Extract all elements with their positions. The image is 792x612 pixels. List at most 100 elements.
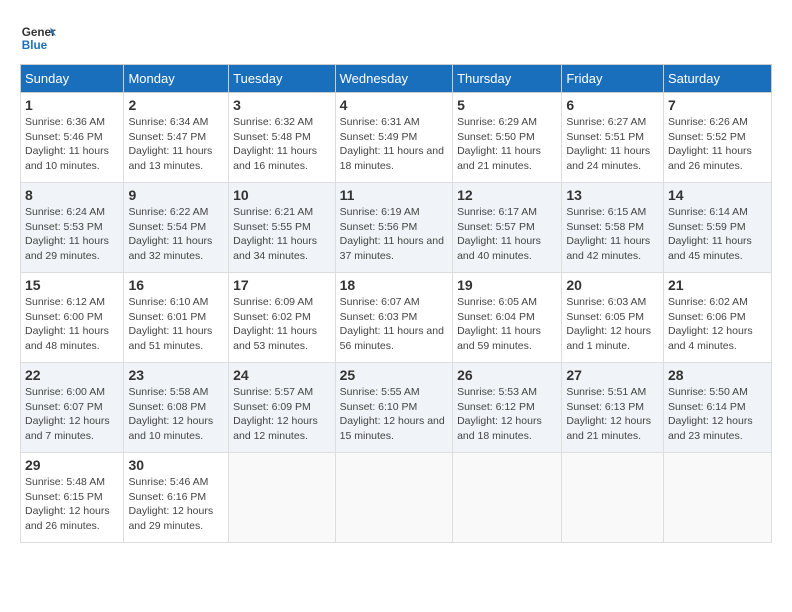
day-number: 11 [340, 187, 448, 203]
day-info: Sunrise: 6:10 AMSunset: 6:01 PMDaylight:… [128, 295, 224, 354]
day-cell-24: 24Sunrise: 5:57 AMSunset: 6:09 PMDayligh… [229, 363, 336, 453]
day-info: Sunrise: 6:17 AMSunset: 5:57 PMDaylight:… [457, 205, 557, 264]
day-info: Sunrise: 6:21 AMSunset: 5:55 PMDaylight:… [233, 205, 331, 264]
day-cell-6: 6 Sunrise: 6:27 AMSunset: 5:51 PMDaylight… [562, 93, 664, 183]
day-number: 26 [457, 367, 557, 383]
empty-cell [229, 453, 336, 543]
logo-icon: General Blue [20, 20, 56, 56]
day-info: Sunrise: 6:31 AMSunset: 5:49 PMDaylight:… [340, 115, 448, 174]
week-row-4: 22 Sunrise: 6:00 AMSunset: 6:07 PMDayligh… [21, 363, 772, 453]
day-number: 16 [128, 277, 224, 293]
day-cell-1: 1 Sunrise: 6:36 AMSunset: 5:46 PMDaylight… [21, 93, 124, 183]
day-header-wednesday: Wednesday [335, 65, 452, 93]
day-cell-8: 8 Sunrise: 6:24 AMSunset: 5:53 PMDaylight… [21, 183, 124, 273]
day-info: Sunrise: 6:19 AMSunset: 5:56 PMDaylight:… [340, 205, 448, 264]
empty-cell [335, 453, 452, 543]
day-number: 4 [340, 97, 448, 113]
week-row-2: 8 Sunrise: 6:24 AMSunset: 5:53 PMDaylight… [21, 183, 772, 273]
day-number: 23 [128, 367, 224, 383]
day-info: Sunrise: 5:51 AMSunset: 6:13 PMDaylight:… [566, 385, 659, 444]
day-cell-10: 10 Sunrise: 6:21 AMSunset: 5:55 PMDayligh… [229, 183, 336, 273]
day-info: Sunrise: 6:07 AMSunset: 6:03 PMDaylight:… [340, 295, 448, 354]
day-number: 24 [233, 367, 331, 383]
day-cell-12: 12Sunrise: 6:17 AMSunset: 5:57 PMDayligh… [453, 183, 562, 273]
day-cell-2: 2Sunrise: 6:34 AMSunset: 5:47 PMDaylight… [124, 93, 229, 183]
day-info: Sunrise: 6:03 AMSunset: 6:05 PMDaylight:… [566, 295, 659, 354]
day-header-friday: Friday [562, 65, 664, 93]
day-number: 2 [128, 97, 224, 113]
day-number: 25 [340, 367, 448, 383]
day-number: 8 [25, 187, 119, 203]
day-info: Sunrise: 5:58 AMSunset: 6:08 PMDaylight:… [128, 385, 224, 444]
day-cell-30: 30 Sunrise: 5:46 AMSunset: 6:16 PMDayligh… [124, 453, 229, 543]
day-info: Sunrise: 5:48 AMSunset: 6:15 PMDaylight:… [25, 475, 119, 534]
day-number: 9 [128, 187, 224, 203]
calendar-table: SundayMondayTuesdayWednesdayThursdayFrid… [20, 64, 772, 543]
day-number: 7 [668, 97, 767, 113]
day-number: 10 [233, 187, 331, 203]
day-info: Sunrise: 6:12 AMSunset: 6:00 PMDaylight:… [25, 295, 119, 354]
day-cell-3: 3Sunrise: 6:32 AMSunset: 5:48 PMDaylight… [229, 93, 336, 183]
day-number: 1 [25, 97, 119, 113]
day-info: Sunrise: 6:36 AMSunset: 5:46 PMDaylight:… [25, 115, 119, 174]
day-header-sunday: Sunday [21, 65, 124, 93]
day-cell-7: 7Sunrise: 6:26 AMSunset: 5:52 PMDaylight… [663, 93, 771, 183]
day-number: 21 [668, 277, 767, 293]
day-info: Sunrise: 6:14 AMSunset: 5:59 PMDaylight:… [668, 205, 767, 264]
day-cell-29: 29 Sunrise: 5:48 AMSunset: 6:15 PMDayligh… [21, 453, 124, 543]
day-cell-28: 28Sunrise: 5:50 AMSunset: 6:14 PMDayligh… [663, 363, 771, 453]
day-cell-27: 27 Sunrise: 5:51 AMSunset: 6:13 PMDayligh… [562, 363, 664, 453]
day-number: 30 [128, 457, 224, 473]
day-info: Sunrise: 6:15 AMSunset: 5:58 PMDaylight:… [566, 205, 659, 264]
day-info: Sunrise: 6:22 AMSunset: 5:54 PMDaylight:… [128, 205, 224, 264]
day-info: Sunrise: 6:24 AMSunset: 5:53 PMDaylight:… [25, 205, 119, 264]
day-cell-13: 13 Sunrise: 6:15 AMSunset: 5:58 PMDayligh… [562, 183, 664, 273]
day-number: 29 [25, 457, 119, 473]
day-number: 28 [668, 367, 767, 383]
day-cell-25: 25 Sunrise: 5:55 AMSunset: 6:10 PMDayligh… [335, 363, 452, 453]
day-number: 18 [340, 277, 448, 293]
day-cell-26: 26 Sunrise: 5:53 AMSunset: 6:12 PMDayligh… [453, 363, 562, 453]
day-header-monday: Monday [124, 65, 229, 93]
day-cell-16: 16 Sunrise: 6:10 AMSunset: 6:01 PMDayligh… [124, 273, 229, 363]
day-number: 27 [566, 367, 659, 383]
page-header: General Blue [20, 20, 772, 56]
day-cell-21: 21 Sunrise: 6:02 AMSunset: 6:06 PMDayligh… [663, 273, 771, 363]
day-cell-15: 15Sunrise: 6:12 AMSunset: 6:00 PMDayligh… [21, 273, 124, 363]
day-number: 17 [233, 277, 331, 293]
empty-cell [562, 453, 664, 543]
empty-cell [663, 453, 771, 543]
day-cell-11: 11 Sunrise: 6:19 AMSunset: 5:56 PMDayligh… [335, 183, 452, 273]
day-number: 14 [668, 187, 767, 203]
day-info: Sunrise: 6:02 AMSunset: 6:06 PMDaylight:… [668, 295, 767, 354]
svg-text:Blue: Blue [22, 39, 48, 52]
day-number: 20 [566, 277, 659, 293]
day-info: Sunrise: 6:29 AMSunset: 5:50 PMDaylight:… [457, 115, 557, 174]
day-info: Sunrise: 6:32 AMSunset: 5:48 PMDaylight:… [233, 115, 331, 174]
week-row-1: 1 Sunrise: 6:36 AMSunset: 5:46 PMDaylight… [21, 93, 772, 183]
day-number: 22 [25, 367, 119, 383]
day-cell-22: 22 Sunrise: 6:00 AMSunset: 6:07 PMDayligh… [21, 363, 124, 453]
week-row-5: 29 Sunrise: 5:48 AMSunset: 6:15 PMDayligh… [21, 453, 772, 543]
day-cell-23: 23 Sunrise: 5:58 AMSunset: 6:08 PMDayligh… [124, 363, 229, 453]
day-header-saturday: Saturday [663, 65, 771, 93]
empty-cell [453, 453, 562, 543]
day-info: Sunrise: 5:55 AMSunset: 6:10 PMDaylight:… [340, 385, 448, 444]
day-info: Sunrise: 6:05 AMSunset: 6:04 PMDaylight:… [457, 295, 557, 354]
week-row-3: 15Sunrise: 6:12 AMSunset: 6:00 PMDayligh… [21, 273, 772, 363]
day-info: Sunrise: 5:46 AMSunset: 6:16 PMDaylight:… [128, 475, 224, 534]
day-cell-5: 5Sunrise: 6:29 AMSunset: 5:50 PMDaylight… [453, 93, 562, 183]
day-number: 6 [566, 97, 659, 113]
day-cell-18: 18 Sunrise: 6:07 AMSunset: 6:03 PMDayligh… [335, 273, 452, 363]
day-cell-14: 14 Sunrise: 6:14 AMSunset: 5:59 PMDayligh… [663, 183, 771, 273]
logo: General Blue [20, 20, 60, 56]
day-info: Sunrise: 6:00 AMSunset: 6:07 PMDaylight:… [25, 385, 119, 444]
days-header-row: SundayMondayTuesdayWednesdayThursdayFrid… [21, 65, 772, 93]
day-header-thursday: Thursday [453, 65, 562, 93]
day-cell-9: 9 Sunrise: 6:22 AMSunset: 5:54 PMDaylight… [124, 183, 229, 273]
day-cell-19: 19 Sunrise: 6:05 AMSunset: 6:04 PMDayligh… [453, 273, 562, 363]
day-info: Sunrise: 6:27 AMSunset: 5:51 PMDaylight:… [566, 115, 659, 174]
day-info: Sunrise: 5:53 AMSunset: 6:12 PMDaylight:… [457, 385, 557, 444]
day-number: 13 [566, 187, 659, 203]
day-number: 19 [457, 277, 557, 293]
